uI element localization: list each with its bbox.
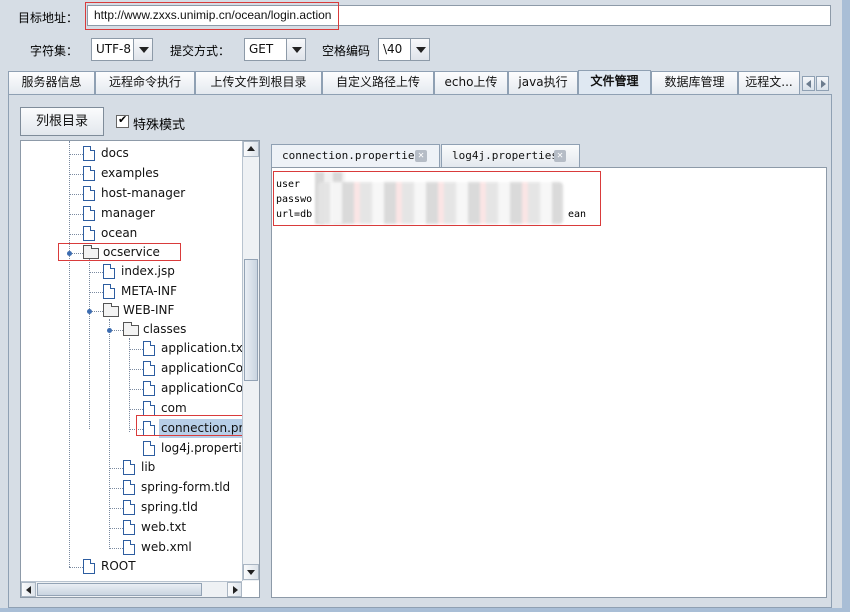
code-line-tail: ean — [568, 209, 587, 220]
file-icon — [123, 500, 135, 515]
folder-open-icon — [123, 322, 139, 336]
space-encoding-select[interactable]: \40 — [378, 38, 430, 61]
tab-java-exec[interactable]: java执行 — [508, 71, 578, 94]
editor-tab-label: log4j.properties — [452, 149, 558, 162]
list-root-button[interactable]: 列根目录 — [20, 107, 104, 136]
expand-handle-icon[interactable] — [67, 251, 72, 256]
tab-remote-command[interactable]: 远程命令执行 — [95, 71, 195, 94]
editor-tab-label: connection.properties — [282, 149, 422, 162]
expand-handle-icon[interactable] — [87, 309, 92, 314]
scroll-right-icon[interactable] — [227, 582, 242, 597]
tree-connector — [129, 338, 130, 432]
tree-vertical-scrollbar[interactable] — [242, 141, 259, 581]
file-icon — [103, 264, 115, 279]
space-encoding-label: 空格编码 — [322, 44, 371, 58]
chevron-down-icon[interactable] — [286, 39, 305, 60]
code-line: passwo — [276, 194, 313, 205]
file-icon — [83, 559, 95, 574]
file-icon — [83, 226, 95, 241]
redacted-region — [318, 182, 563, 224]
file-icon — [143, 441, 155, 456]
file-tree[interactable]: docs examples host-manager manager ocean… — [20, 140, 260, 598]
special-mode-checkbox[interactable] — [116, 113, 129, 128]
file-icon — [83, 206, 95, 221]
chevron-down-icon[interactable] — [133, 39, 152, 60]
charset-label: 字符集： — [30, 44, 79, 58]
special-mode-label: 特殊模式 — [133, 118, 186, 133]
target-address-label: 目标地址： — [18, 11, 79, 25]
editor-tab-connection-properties[interactable]: connection.properties ✕ — [271, 144, 440, 167]
tab-remote-file[interactable]: 远程文... — [738, 71, 800, 94]
close-icon[interactable]: ✕ — [554, 150, 566, 162]
method-select[interactable]: GET — [244, 38, 306, 61]
space-encoding-value: \40 — [383, 42, 403, 56]
tab-upload-root[interactable]: 上传文件到根目录 — [195, 71, 322, 94]
tree-connector — [69, 141, 70, 567]
tab-database-manager[interactable]: 数据库管理 — [651, 71, 738, 94]
tabs-scroll-right-icon[interactable] — [816, 76, 829, 91]
tab-server-info[interactable]: 服务器信息 — [8, 71, 95, 94]
method-label: 提交方式： — [170, 44, 231, 58]
file-icon — [83, 146, 95, 161]
tab-echo-upload[interactable]: echo上传 — [434, 71, 508, 94]
code-line: user — [276, 179, 301, 190]
window-bottom-edge — [0, 608, 850, 612]
file-icon — [83, 166, 95, 181]
file-icon — [103, 284, 115, 299]
file-content-editor[interactable] — [271, 167, 827, 598]
tabs-scroll-left-icon[interactable] — [802, 76, 815, 91]
method-value: GET — [249, 42, 274, 56]
charset-value: UTF-8 — [96, 42, 131, 56]
tab-custom-path-upload[interactable]: 自定义路径上传 — [322, 71, 434, 94]
file-icon — [143, 401, 155, 416]
scroll-left-icon[interactable] — [21, 582, 36, 597]
close-icon[interactable]: ✕ — [415, 150, 427, 162]
file-icon — [143, 341, 155, 356]
editor-tab-log4j-properties[interactable]: log4j.properties ✕ — [441, 144, 580, 167]
file-icon — [143, 381, 155, 396]
folder-open-icon — [83, 245, 99, 259]
file-icon — [83, 186, 95, 201]
file-icon — [123, 480, 135, 495]
scroll-up-icon[interactable] — [243, 141, 259, 157]
scroll-thumb[interactable] — [244, 259, 258, 381]
file-icon — [143, 421, 155, 436]
code-line: url=db — [276, 209, 313, 220]
file-icon — [123, 540, 135, 555]
scroll-down-icon[interactable] — [243, 564, 259, 580]
tree-horizontal-scrollbar[interactable] — [21, 581, 242, 597]
file-icon — [143, 361, 155, 376]
tree-connector — [109, 319, 110, 549]
folder-open-icon — [103, 303, 119, 317]
expand-handle-icon[interactable] — [107, 328, 112, 333]
file-icon — [123, 520, 135, 535]
window-right-edge — [842, 0, 850, 612]
chevron-down-icon[interactable] — [410, 39, 429, 60]
file-icon — [123, 460, 135, 475]
scroll-thumb[interactable] — [37, 583, 202, 596]
tab-file-manager[interactable]: 文件管理 — [578, 70, 651, 95]
tree-connector — [89, 259, 90, 429]
charset-select[interactable]: UTF-8 — [91, 38, 153, 61]
target-url-input[interactable]: http://www.zxxs.unimip.cn/ocean/login.ac… — [87, 5, 831, 26]
